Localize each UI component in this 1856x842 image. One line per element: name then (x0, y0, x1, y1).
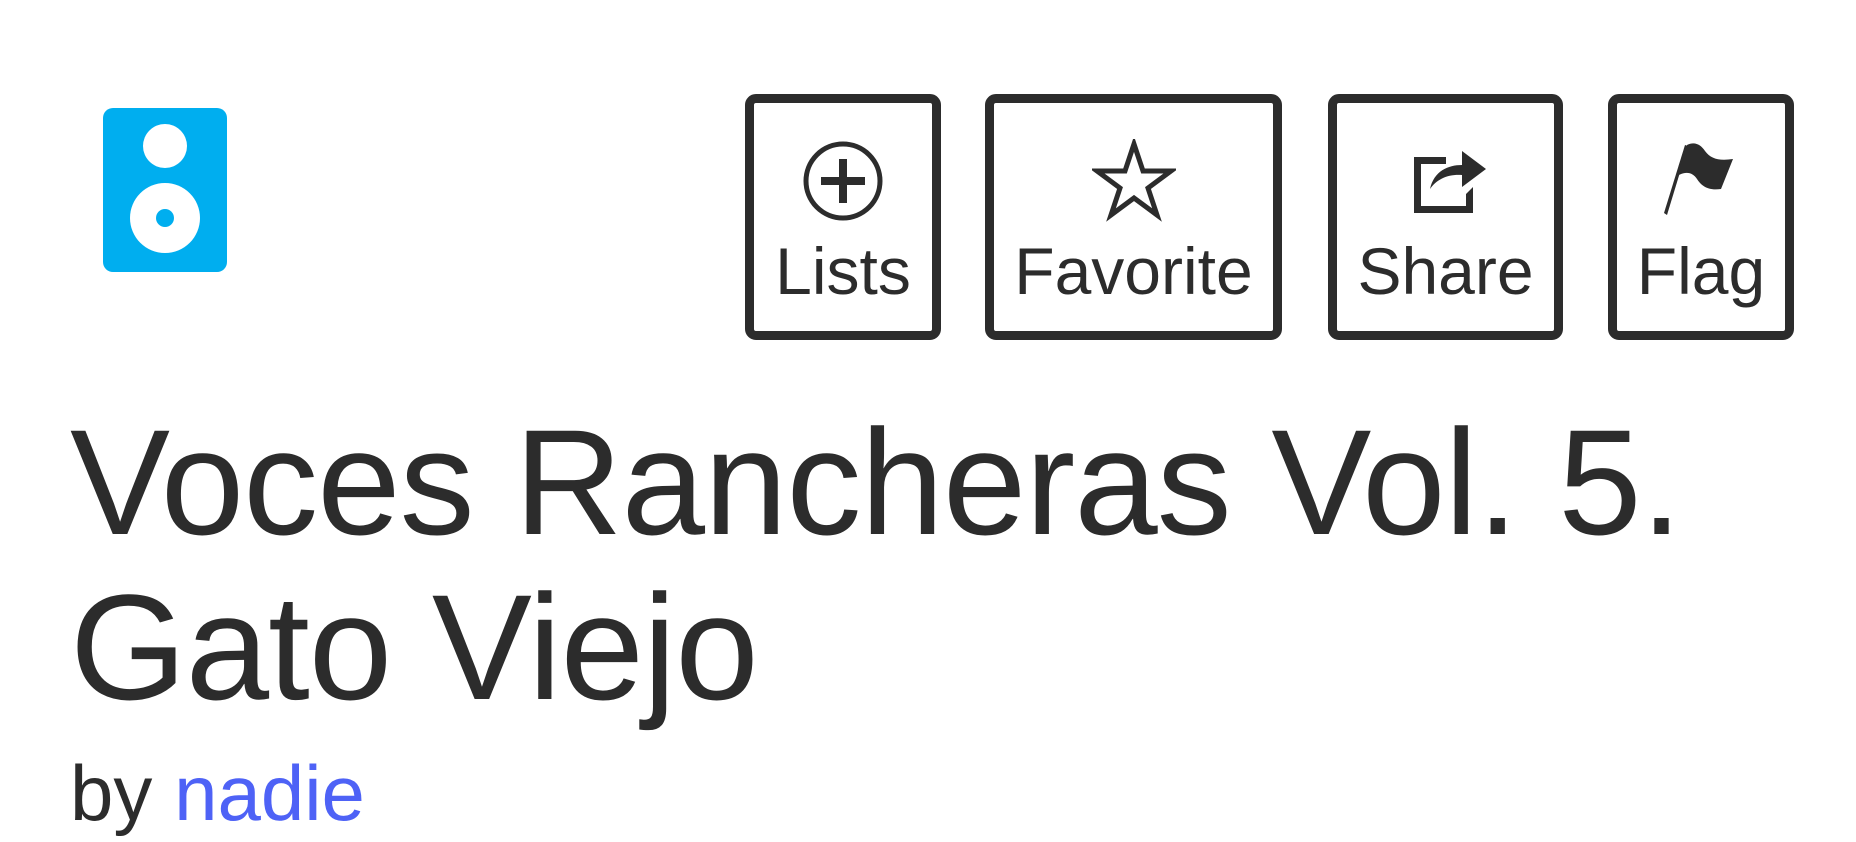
author-link[interactable]: nadie (174, 749, 365, 837)
item-title: Voces Rancheras Vol. 5. Gato Viejo (70, 398, 1682, 731)
favorite-label: Favorite (1014, 234, 1253, 308)
action-bar: Lists Favorite Share Flag (0, 94, 1856, 340)
share-icon (1413, 151, 1486, 213)
item-title-line-2: Gato Viejo (70, 563, 759, 731)
lists-label: Lists (775, 234, 911, 308)
favorite-button[interactable]: Favorite (985, 94, 1282, 340)
plus-circle-icon (803, 141, 883, 221)
flag-icon (1664, 143, 1733, 215)
byline: by nadie (70, 748, 365, 838)
byline-prefix: by (70, 749, 153, 837)
star-icon (1091, 139, 1176, 222)
flag-button[interactable]: Flag (1608, 94, 1794, 340)
share-button[interactable]: Share (1328, 94, 1563, 340)
lists-button[interactable]: Lists (745, 94, 941, 340)
share-label: Share (1357, 234, 1534, 308)
flag-label: Flag (1636, 234, 1766, 308)
item-title-line-1: Voces Rancheras Vol. 5. (70, 398, 1682, 566)
